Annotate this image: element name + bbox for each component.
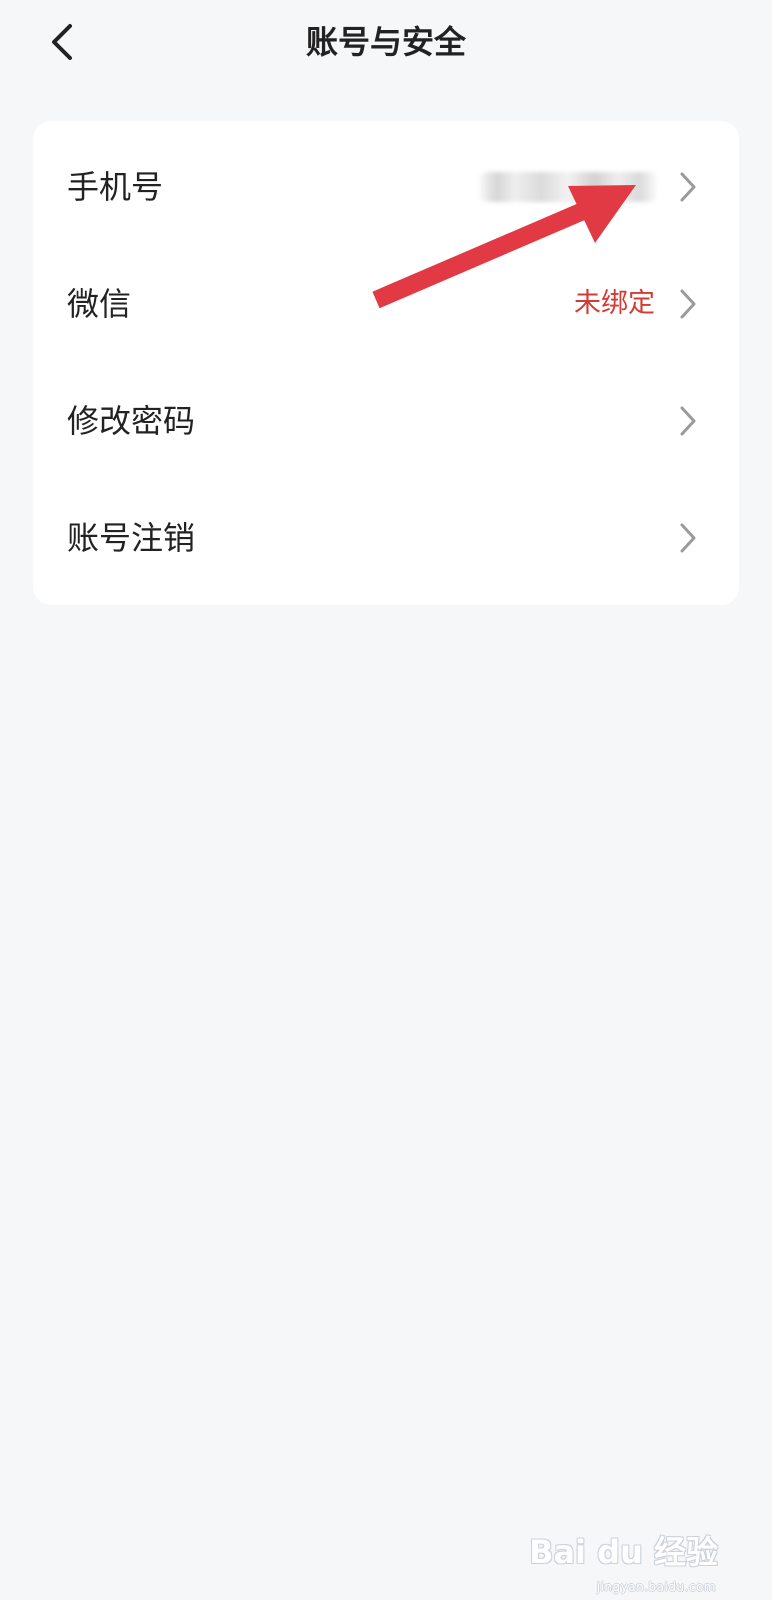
page-title: 账号与安全 [305,23,466,61]
chevron-right-icon [677,521,699,555]
settings-item-label: 微信 [67,284,132,323]
settings-item-delete-account[interactable]: 账号注销 [33,479,739,596]
chevron-right-icon [677,404,699,438]
watermark-text: Bai du 经验 [529,1533,718,1571]
chevron-right-icon [677,287,699,321]
wechat-status: 未绑定 [574,288,655,319]
settings-item-label: 手机号 [67,167,164,206]
baidu-jingyan-watermark: Bai du 经验 [529,1536,718,1568]
settings-card: 手机号 微信 未绑定 修改密码 账号注销 [33,121,739,605]
chevron-right-icon [677,170,699,204]
watermark-subtext: jingyan.baidu.com [596,1580,716,1594]
header-bar: 账号与安全 [0,0,772,90]
settings-item-change-password[interactable]: 修改密码 [33,362,739,479]
phone-number-blurred [479,171,657,202]
settings-item-label: 账号注销 [67,518,196,557]
settings-item-wechat[interactable]: 微信 未绑定 [33,245,739,362]
settings-item-label: 修改密码 [67,401,196,440]
settings-item-phone[interactable]: 手机号 [33,128,739,245]
